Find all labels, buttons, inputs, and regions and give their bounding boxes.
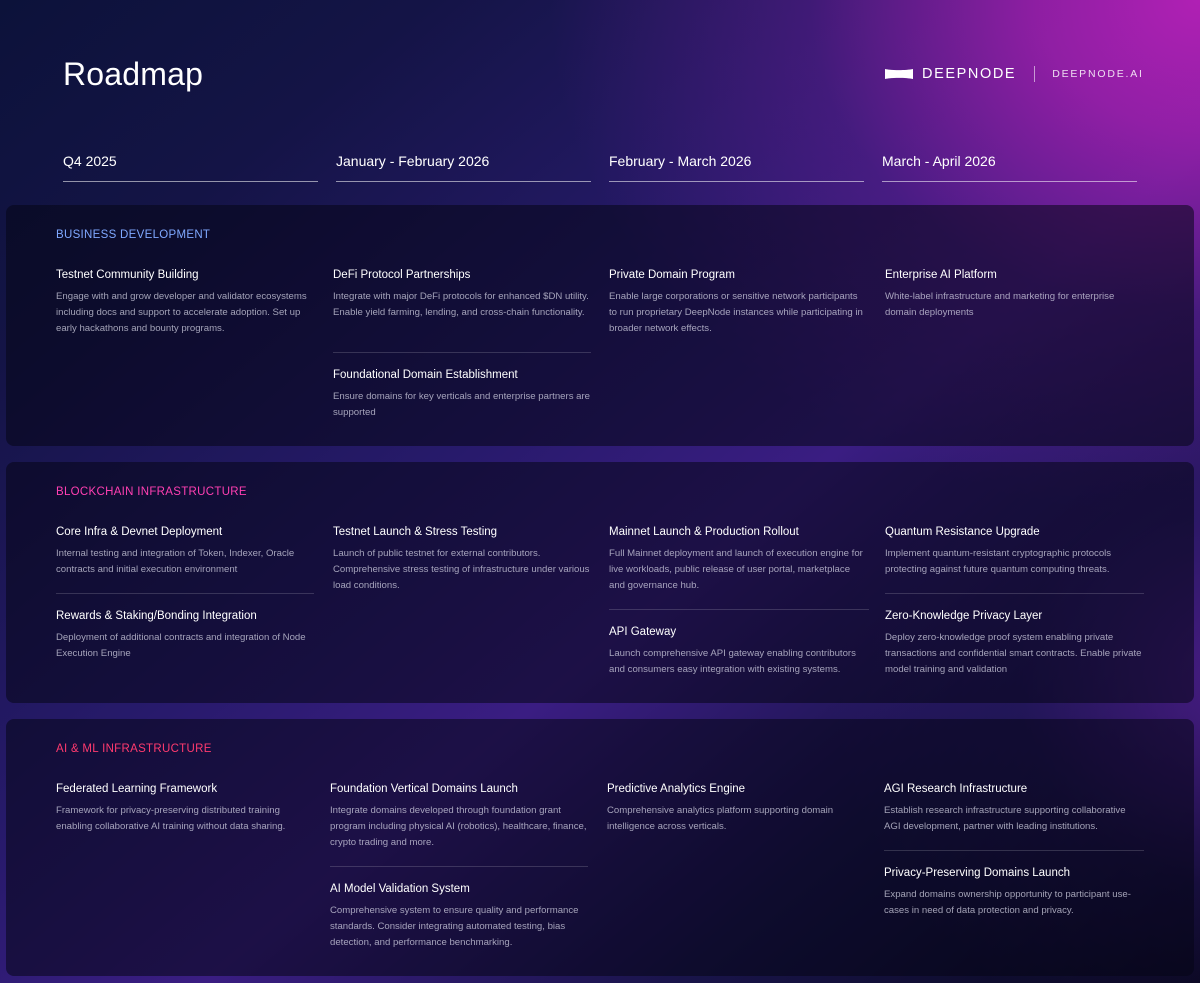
item-title: Federated Learning Framework [56, 783, 218, 795]
page-title: Roadmap [63, 56, 204, 92]
roadmap-item: Testnet Launch & Stress Testing Launch o… [333, 524, 591, 595]
item-description: Implement quantum-resistant cryptographi… [885, 548, 1112, 576]
item-divider [330, 866, 588, 867]
roadmap-item: DeFi Protocol Partnerships Integrate wit… [333, 267, 591, 321]
section-blockchain-infrastructure: BLOCKCHAIN INFRASTRUCTURE Core Infra & D… [6, 462, 1194, 703]
roadmap-item: Foundation Vertical Domains Launch Integ… [330, 781, 588, 852]
item-description: Integrate with major DeFi protocols for … [333, 291, 589, 319]
section-title: AI & ML INFRASTRUCTURE [56, 743, 212, 755]
roadmap-item: Mainnet Launch & Production Rollout Full… [609, 524, 867, 595]
roadmap-item: Rewards & Staking/Bonding Integration De… [56, 608, 314, 662]
item-divider [884, 850, 1144, 851]
roadmap-item: Quantum Resistance Upgrade Implement qua… [885, 524, 1143, 578]
item-description: Deployment of additional contracts and i… [56, 632, 306, 660]
item-title: AI Model Validation System [330, 883, 470, 895]
item-description: Expand domains ownership opportunity to … [884, 889, 1131, 917]
roadmap-item: Private Domain Program Enable large corp… [609, 267, 867, 338]
item-description: Full Mainnet deployment and launch of ex… [609, 548, 863, 592]
bowtie-logo-icon [885, 69, 913, 79]
item-title: API Gateway [609, 626, 677, 638]
roadmap-item: Zero-Knowledge Privacy Layer Deploy zero… [885, 608, 1143, 679]
item-title: Foundation Vertical Domains Launch [330, 783, 518, 795]
roadmap-item: Enterprise AI Platform White-label infra… [885, 267, 1143, 321]
item-description: Ensure domains for key verticals and ent… [333, 391, 591, 419]
item-divider [609, 609, 869, 610]
roadmap-item: Federated Learning Framework Framework f… [56, 781, 314, 835]
item-description: Framework for privacy-preserving distrib… [56, 805, 286, 833]
item-title: Predictive Analytics Engine [607, 783, 746, 795]
item-title: DeFi Protocol Partnerships [333, 269, 471, 281]
phase-q4-2025: Q4 2025 [63, 153, 318, 182]
item-title: Testnet Launch & Stress Testing [333, 526, 498, 538]
roadmap-item: Predictive Analytics Engine Comprehensiv… [607, 781, 865, 835]
item-description: Launch comprehensive API gateway enablin… [609, 648, 856, 676]
timeline-header: Q4 2025 January - February 2026 February… [0, 0, 1200, 190]
roadmap-item: Core Infra & Devnet Deployment Internal … [56, 524, 314, 578]
item-title: Quantum Resistance Upgrade [885, 526, 1040, 538]
section-ai-ml-infrastructure: AI & ML INFRASTRUCTURE Federated Learnin… [6, 719, 1194, 976]
item-title: Core Infra & Devnet Deployment [56, 526, 223, 538]
roadmap-item: AGI Research Infrastructure Establish re… [884, 781, 1142, 835]
phase-mar-apr-2026: March - April 2026 [882, 153, 1137, 182]
item-description: Engage with and grow developer and valid… [56, 291, 307, 335]
item-title: Private Domain Program [609, 269, 735, 281]
section-business-development: BUSINESS DEVELOPMENT Testnet Community B… [6, 205, 1194, 446]
phase-jan-feb-2026: January - February 2026 [336, 153, 591, 182]
item-description: Internal testing and integration of Toke… [56, 548, 295, 576]
phase-feb-mar-2026: February - March 2026 [609, 153, 864, 182]
item-title: Foundational Domain Establishment [333, 369, 518, 381]
item-divider [56, 593, 314, 594]
roadmap-item: AI Model Validation System Comprehensive… [330, 881, 588, 952]
brand-name: DEEPNODE [922, 66, 1017, 82]
item-description: Establish research infrastructure suppor… [884, 805, 1126, 833]
item-title: AGI Research Infrastructure [884, 783, 1028, 795]
section-title: BUSINESS DEVELOPMENT [56, 229, 211, 241]
item-title: Enterprise AI Platform [885, 269, 997, 281]
roadmap-item: API Gateway Launch comprehensive API gat… [609, 624, 867, 678]
brand-divider [1034, 66, 1036, 82]
roadmap-item: Foundational Domain Establishment Ensure… [333, 367, 591, 421]
item-title: Rewards & Staking/Bonding Integration [56, 610, 257, 622]
item-description: Comprehensive analytics platform support… [607, 805, 834, 833]
item-divider [333, 352, 591, 353]
item-title: Mainnet Launch & Production Rollout [609, 526, 799, 538]
item-title: Privacy-Preserving Domains Launch [884, 867, 1070, 879]
item-description: Enable large corporations or sensitive n… [609, 291, 863, 335]
roadmap-item: Privacy-Preserving Domains Launch Expand… [884, 865, 1142, 919]
roadmap-item: Testnet Community Building Engage with a… [56, 267, 314, 338]
brand-header: DEEPNODE DEEPNODE.AI [884, 65, 1144, 83]
item-title: Zero-Knowledge Privacy Layer [885, 610, 1043, 622]
item-title: Testnet Community Building [56, 269, 199, 281]
item-description: Deploy zero-knowledge proof system enabl… [885, 632, 1142, 676]
item-divider [885, 593, 1144, 594]
item-description: Launch of public testnet for external co… [333, 548, 590, 592]
brand-website-link[interactable]: DEEPNODE.AI [1052, 68, 1144, 80]
item-description: Comprehensive system to ensure quality a… [330, 905, 579, 949]
item-description: White-label infrastructure and marketing… [885, 291, 1115, 319]
section-title: BLOCKCHAIN INFRASTRUCTURE [56, 486, 247, 498]
item-description: Integrate domains developed through foun… [330, 805, 587, 849]
